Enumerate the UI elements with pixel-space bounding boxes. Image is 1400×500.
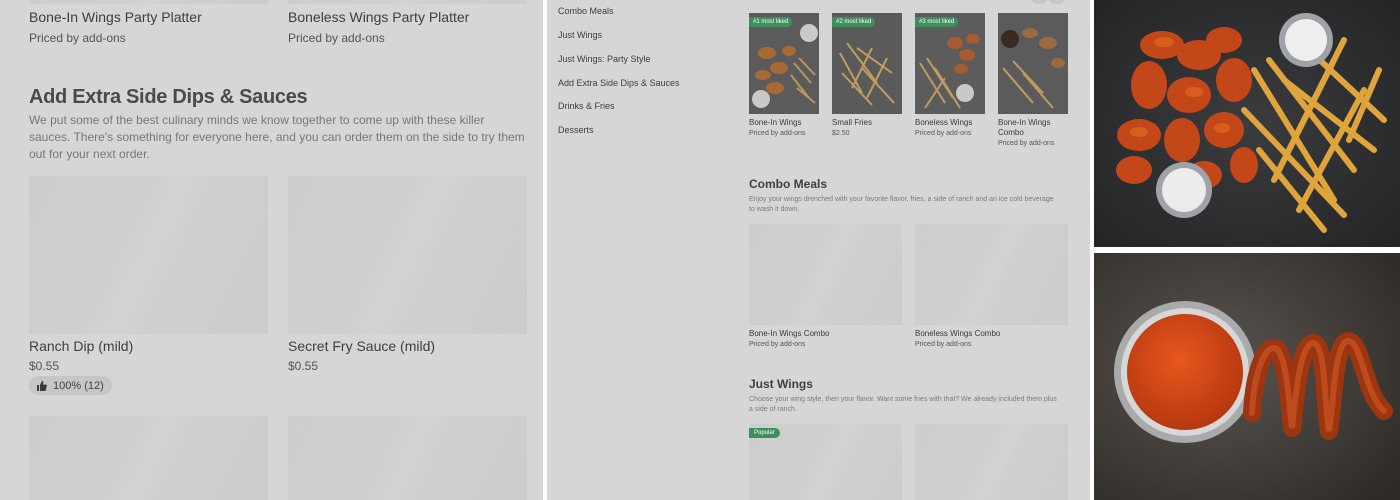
section-title: Just Wings <box>749 377 813 391</box>
sauce-dip-photo <box>1094 253 1400 500</box>
rank-badge: #2 most liked <box>832 17 876 27</box>
item-price: Priced by add-ons <box>749 341 806 348</box>
menu-item-fry-sauce[interactable]: Secret Fry Sauce (mild) $0.55 <box>288 338 528 373</box>
item-name: Bone-In Wings Party Platter <box>29 9 202 25</box>
section-title: Combo Meals <box>749 177 828 191</box>
item-name: Small Fries <box>832 118 873 127</box>
item-price: $2.50 <box>832 130 850 137</box>
rating-text: 100% (12) <box>53 379 104 392</box>
carousel-next-button[interactable] <box>1049 0 1065 4</box>
item-image <box>915 424 1068 500</box>
menu-item-card[interactable] <box>29 0 269 4</box>
item-price: Priced by add-ons <box>915 130 972 137</box>
carousel-prev-button[interactable] <box>1031 0 1047 4</box>
item-name: Ranch Dip (mild) <box>29 338 134 354</box>
category-nav-combo-meals[interactable]: Combo Meals <box>558 6 614 16</box>
rank-badge: #3 most liked <box>915 17 959 27</box>
photo-panel <box>1094 0 1400 500</box>
menu-item-boneless-platter[interactable]: Boneless Wings Party Platter Priced by a… <box>288 9 528 45</box>
wings-fries-photo: #1 most liked <box>749 13 819 114</box>
item-image[interactable] <box>288 416 527 500</box>
item-price: Priced by add-ons <box>915 341 972 348</box>
fry-sauce-image[interactable] <box>288 176 527 334</box>
item-price: $0.55 <box>288 359 319 373</box>
section-description: Enjoy your wings drenched with your favo… <box>749 196 1054 213</box>
category-nav-just-wings[interactable]: Just Wings <box>558 30 602 40</box>
item-name: Bone-In Wings Combo <box>998 118 1051 137</box>
featured-item-bone-in-combo[interactable]: Bone-In Wings Combo Priced by add-ons <box>998 13 1068 147</box>
item-name: Bone-In Wings Combo <box>749 329 830 338</box>
menu-item-boneless-combo[interactable]: Boneless Wings Combo Priced by add-ons <box>915 224 1068 348</box>
rating-badge: 100% (12) <box>29 376 112 395</box>
menu-panel-middle: Combo Meals Just Wings Just Wings: Party… <box>547 0 1090 500</box>
item-price: $0.55 <box>29 359 60 373</box>
menu-item-card[interactable]: Popular <box>749 424 902 500</box>
combo-photo <box>998 13 1068 114</box>
featured-item-bone-in-wings[interactable]: #1 most liked Bone-In Wings Priced by ad… <box>749 13 819 137</box>
category-nav-drinks-fries[interactable]: Drinks & Fries <box>558 101 615 111</box>
popular-badge: Popular <box>749 428 780 438</box>
rank-badge: #1 most liked <box>749 17 793 27</box>
item-image[interactable] <box>29 416 268 500</box>
item-price: Priced by add-ons <box>998 140 1055 147</box>
featured-item-boneless-wings[interactable]: #3 most liked Boneless Wings Priced by a… <box>915 13 985 137</box>
ranch-dip-image[interactable] <box>29 176 268 334</box>
section-description: Choose your wing style, then your flavor… <box>749 396 1057 413</box>
item-image <box>749 224 902 325</box>
menu-item-bone-in-combo[interactable]: Bone-In Wings Combo Priced by add-ons <box>749 224 902 348</box>
thumbs-up-icon <box>37 380 47 391</box>
menu-item-card[interactable] <box>288 0 528 4</box>
item-name: Secret Fry Sauce (mild) <box>288 338 436 354</box>
item-name: Boneless Wings Combo <box>915 329 1001 338</box>
menu-item-bone-in-platter[interactable]: Bone-In Wings Party Platter Priced by ad… <box>29 9 269 45</box>
menu-item-ranch-dip[interactable]: Ranch Dip (mild) $0.55 <box>29 338 269 373</box>
item-image <box>915 224 1068 325</box>
item-price: Priced by add-ons <box>749 130 806 137</box>
menu-panel-left: Bone-In Wings Party Platter Priced by ad… <box>0 0 543 500</box>
item-price: Priced by add-ons <box>288 31 385 45</box>
item-image: Popular <box>749 424 902 500</box>
category-nav-party-style[interactable]: Just Wings: Party Style <box>558 54 651 64</box>
item-image <box>29 0 268 4</box>
section-description: We put some of the best culinary minds w… <box>29 113 525 161</box>
menu-item-card[interactable] <box>915 424 1068 500</box>
item-price: Priced by add-ons <box>29 31 126 45</box>
item-name: Bone-In Wings <box>749 118 802 127</box>
item-name: Boneless Wings Party Platter <box>288 9 470 25</box>
category-nav-desserts[interactable]: Desserts <box>558 125 594 135</box>
category-nav-dips-sauces[interactable]: Add Extra Side Dips & Sauces <box>558 78 680 88</box>
item-image <box>288 0 527 4</box>
fries-photo: #2 most liked <box>832 13 902 114</box>
boneless-wings-photo: #3 most liked <box>915 13 985 114</box>
featured-item-small-fries[interactable]: #2 most liked Small Fries $2.50 <box>832 13 902 137</box>
item-name: Boneless Wings <box>915 118 973 127</box>
section-title: Add Extra Side Dips & Sauces <box>29 86 308 108</box>
wings-and-fries-photo <box>1094 0 1400 247</box>
